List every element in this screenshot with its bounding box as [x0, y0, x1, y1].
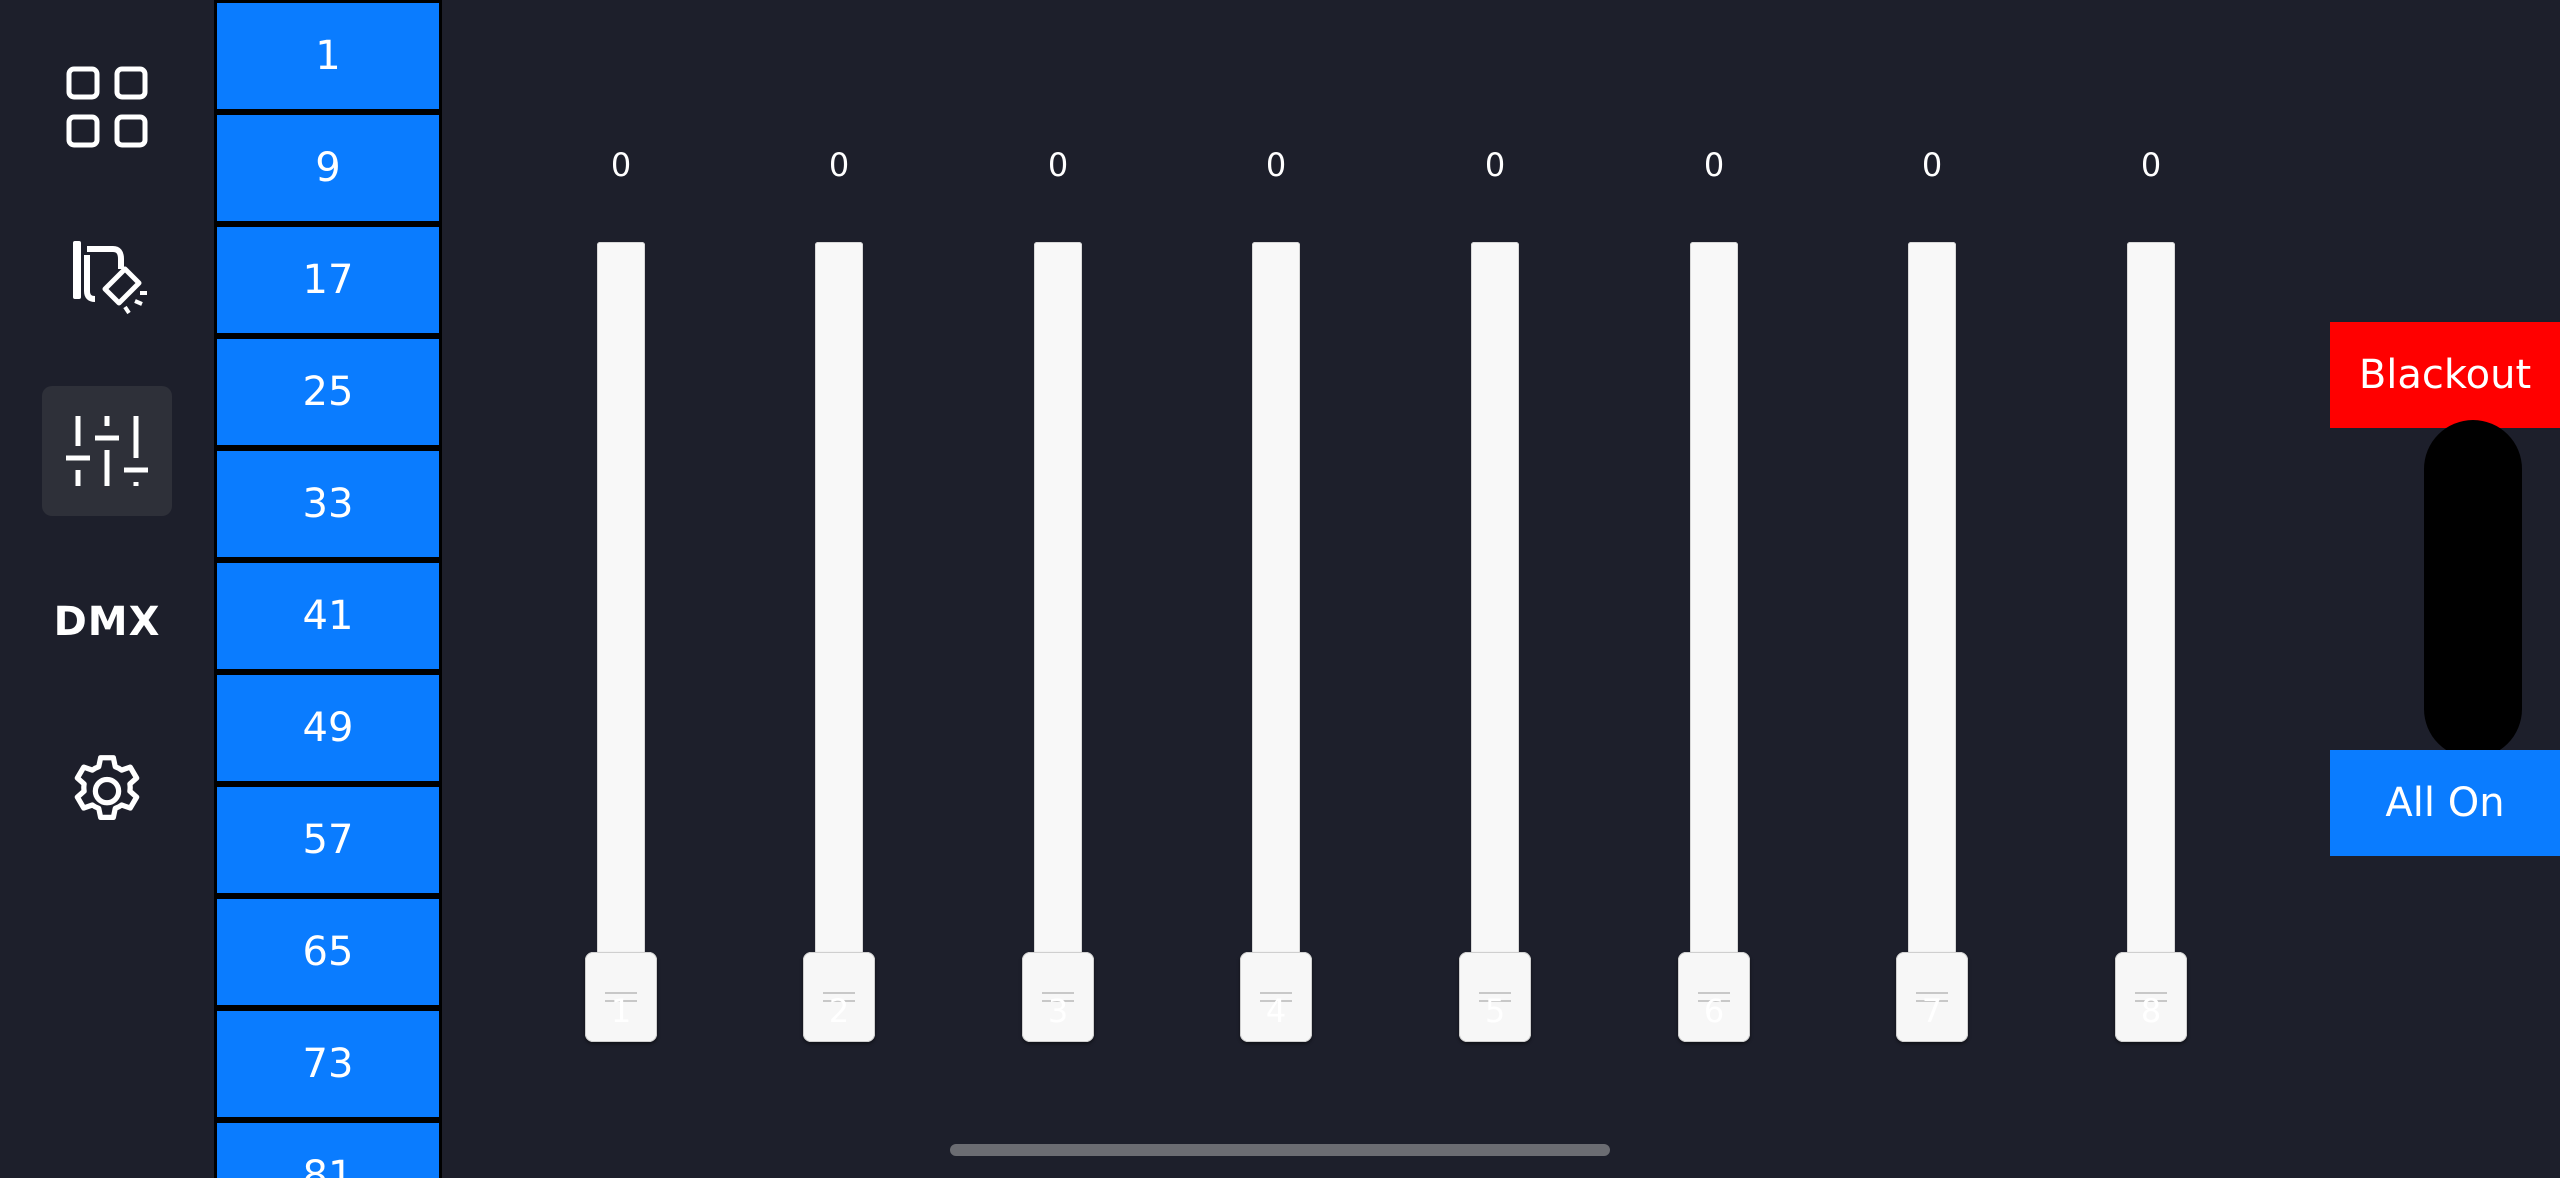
fader-track[interactable] [1471, 242, 1519, 1028]
fader-channel-2: 0 2 [779, 140, 899, 1042]
nav-faders[interactable] [42, 386, 172, 516]
all-on-button[interactable]: All On [2330, 750, 2560, 856]
channel-group-button[interactable]: 1 [217, 3, 439, 109]
app-root: DMX 1 9 17 25 33 41 49 57 65 73 81 0 1 0 [0, 0, 2560, 1178]
nav-dmx-label: DMX [53, 599, 161, 645]
fader-channel-label: 3 [1047, 992, 1069, 1030]
gear-icon [74, 755, 140, 820]
fader-channel-label: 6 [1703, 992, 1725, 1030]
grid-icon [66, 66, 148, 148]
master-slider[interactable] [2424, 420, 2522, 758]
fader-channel-7: 0 7 [1872, 140, 1992, 1042]
fader-track[interactable] [815, 242, 863, 1028]
channel-group-button[interactable]: 25 [217, 339, 439, 445]
light-effect-icon [73, 241, 147, 315]
fader-value: 0 [1047, 146, 1069, 184]
fader-track[interactable] [597, 242, 645, 1028]
fader-value: 0 [2140, 146, 2162, 184]
fader-channel-4: 0 4 [1216, 140, 1336, 1042]
fader-value: 0 [1921, 146, 1943, 184]
fader-channel-label: 2 [828, 992, 850, 1030]
channel-group-list[interactable]: 1 9 17 25 33 41 49 57 65 73 81 [214, 0, 442, 1178]
fader-value: 0 [1703, 146, 1725, 184]
fader-channel-label: 1 [610, 992, 632, 1030]
fader-channel-3: 0 3 [998, 140, 1118, 1042]
fader-channel-label: 5 [1484, 992, 1506, 1030]
channel-group-button[interactable]: 17 [217, 227, 439, 333]
nav-fixture-effects[interactable] [42, 210, 172, 340]
fader-track[interactable] [2127, 242, 2175, 1028]
fader-track[interactable] [1908, 242, 1956, 1028]
fader-value: 0 [1484, 146, 1506, 184]
fader-track[interactable] [1034, 242, 1082, 1028]
fader-channel-6: 0 6 [1654, 140, 1774, 1042]
fader-track[interactable] [1690, 242, 1738, 1028]
channel-group-button[interactable]: 57 [217, 787, 439, 893]
channel-group-button[interactable]: 73 [217, 1011, 439, 1117]
fader-value: 0 [1265, 146, 1287, 184]
fader-track[interactable] [1252, 242, 1300, 1028]
nav-grid-view[interactable] [42, 42, 172, 172]
nav-settings[interactable] [42, 728, 172, 858]
fader-channel-label: 7 [1921, 992, 1943, 1030]
channel-group-button[interactable]: 9 [217, 115, 439, 221]
channel-group-button[interactable]: 81 [217, 1123, 439, 1178]
home-indicator[interactable] [950, 1144, 1610, 1156]
sliders-icon [66, 416, 148, 486]
fader-channel-label: 4 [1265, 992, 1287, 1030]
fader-channel-label: 8 [2140, 992, 2162, 1030]
blackout-button[interactable]: Blackout [2330, 322, 2560, 428]
channel-group-button[interactable]: 41 [217, 563, 439, 669]
channel-group-button[interactable]: 33 [217, 451, 439, 557]
fader-channel-5: 0 5 [1435, 140, 1555, 1042]
channel-group-button[interactable]: 65 [217, 899, 439, 1005]
nav-dmx[interactable]: DMX [42, 557, 172, 687]
fader-value: 0 [828, 146, 850, 184]
fader-channel-8: 0 8 [2091, 140, 2211, 1042]
channel-group-button[interactable]: 49 [217, 675, 439, 781]
fader-value: 0 [610, 146, 632, 184]
fader-channel-1: 0 1 [561, 140, 681, 1042]
